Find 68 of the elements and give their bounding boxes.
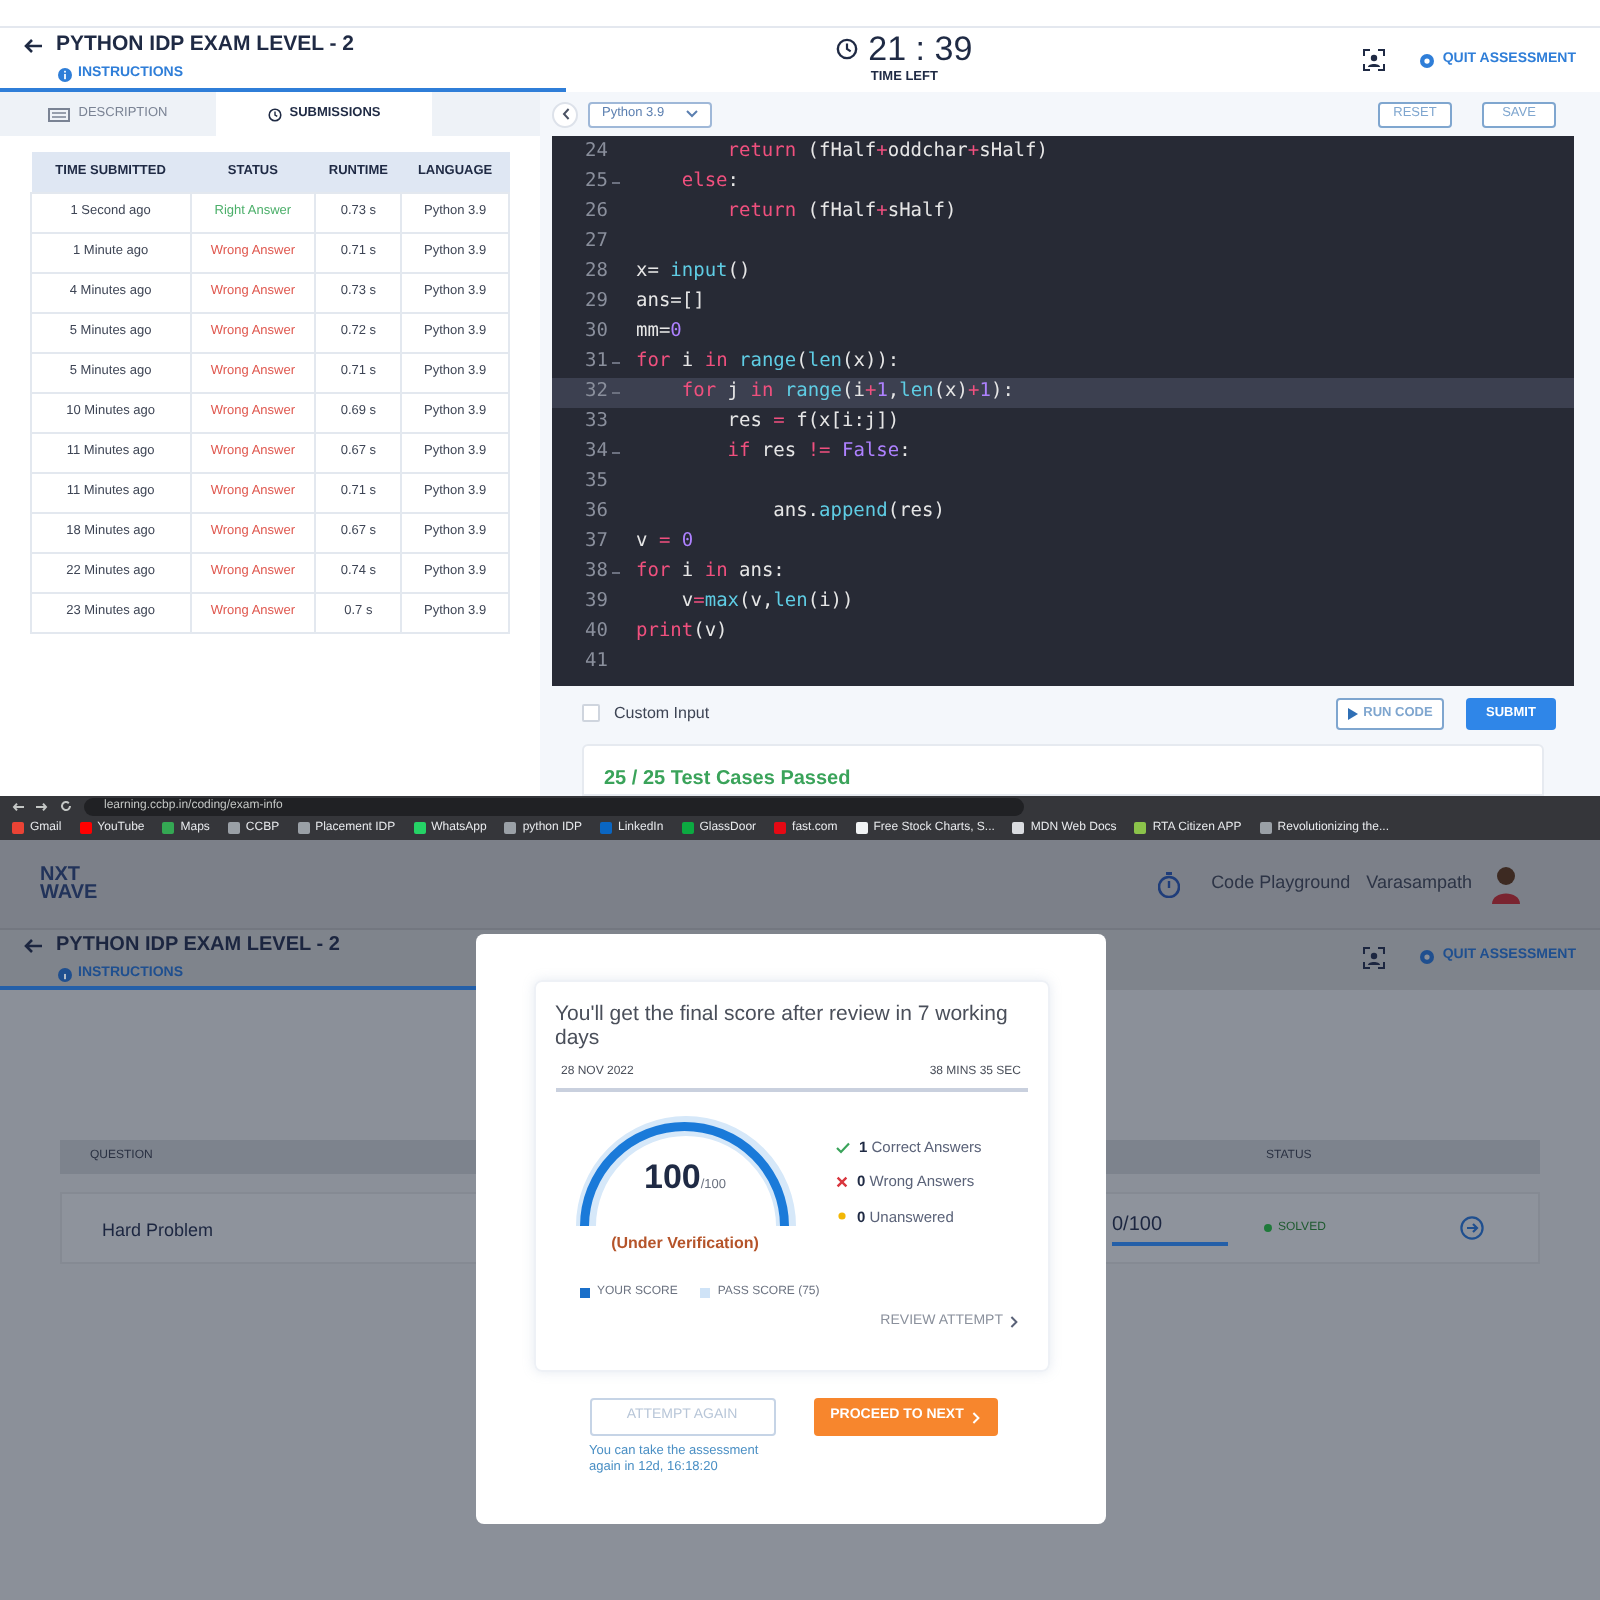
code-line[interactable]: else: (636, 168, 739, 198)
clock-icon (267, 107, 282, 121)
play-icon (1347, 707, 1358, 719)
line-number: 39 (585, 588, 608, 617)
line-number: 29 (585, 288, 608, 317)
line-number: 37 (585, 528, 608, 557)
stopwatch-icon[interactable] (1157, 871, 1180, 897)
logo-text: NXT (40, 866, 80, 884)
code-line[interactable]: ans.append(res) (636, 498, 945, 528)
verification-status: (Under Verification) (611, 1232, 759, 1256)
line-number: 35 (585, 468, 608, 497)
checkbox[interactable] (582, 704, 600, 722)
clock-icon (836, 38, 859, 61)
close-icon (835, 1175, 847, 1188)
chevron-right-icon (1009, 1316, 1017, 1329)
exam-title: PYTHON IDP EXAM LEVEL - 2 (56, 30, 354, 61)
line-number: 36 (585, 498, 608, 527)
back-arrow-icon[interactable] (24, 38, 44, 55)
line-number: 38 (585, 558, 608, 587)
code-line[interactable]: v = 0 (636, 528, 694, 558)
exam-title: PYTHON IDP EXAM LEVEL - 2 (56, 932, 340, 961)
score-value: 100 (643, 1156, 701, 1200)
info-icon (58, 67, 72, 82)
chevron-down-icon (686, 110, 698, 118)
line-number: 32 (585, 378, 608, 407)
chevron-right-icon (971, 1411, 980, 1423)
info-icon (58, 968, 72, 982)
arrow-circle-right-icon[interactable] (1460, 1216, 1484, 1240)
line-number: 31 (585, 348, 608, 377)
user-name: Varasampath (1366, 870, 1472, 897)
code-line[interactable]: for i in range(len(x)): (636, 348, 900, 378)
line-number: 26 (585, 198, 608, 227)
reload-icon[interactable] (60, 800, 72, 812)
line-number: 33 (585, 408, 608, 437)
question-title: Hard Problem (102, 1220, 214, 1240)
code-line[interactable]: print(v) (636, 618, 728, 648)
code-line[interactable]: res = f(x[i:j]) (636, 408, 900, 438)
code-line[interactable]: for i in ans: (636, 558, 785, 588)
line-number: 40 (585, 618, 608, 647)
score: 0/100 (1112, 1210, 1228, 1246)
result-text: 25 / 25 Test Cases Passed (604, 766, 853, 794)
forward-arrow-icon[interactable] (36, 801, 48, 811)
face-scan-icon[interactable] (1362, 48, 1387, 72)
code-line[interactable]: return (fHalf+sHalf) (636, 198, 957, 228)
code-line[interactable]: if res != False: (636, 438, 911, 468)
timer: 21 : 39 (868, 32, 973, 67)
logo-text: WAVE (40, 884, 98, 902)
collapse-button[interactable] (552, 101, 578, 127)
review-message: You'll get the final score after review in 7 working days (555, 1002, 1010, 1050)
document-icon (48, 107, 71, 121)
code-line[interactable]: x= input() (636, 258, 751, 288)
line-number: 24 (585, 138, 608, 167)
code-line[interactable]: return (fHalf+oddchar+sHalf) (636, 138, 1048, 168)
line-number: 27 (585, 228, 608, 257)
checkbox-label: Custom Input (614, 701, 710, 725)
code-line[interactable]: for j in range(i+1,len(x)+1): (636, 378, 1014, 408)
check-icon (835, 1141, 849, 1154)
line-number: 34 (585, 438, 608, 467)
chevron-left-icon (561, 108, 569, 120)
line-number: 25 (585, 168, 608, 197)
line-number: 41 (585, 648, 608, 677)
line-number: 28 (585, 258, 608, 287)
code-line[interactable]: ans=[] (636, 288, 705, 318)
line-number: 30 (585, 318, 608, 347)
code-line[interactable]: v=max(v,len(i)) (636, 588, 854, 618)
code-line[interactable]: mm=0 (636, 318, 682, 348)
dot-icon (835, 1210, 847, 1223)
avatar-icon (1492, 864, 1520, 904)
